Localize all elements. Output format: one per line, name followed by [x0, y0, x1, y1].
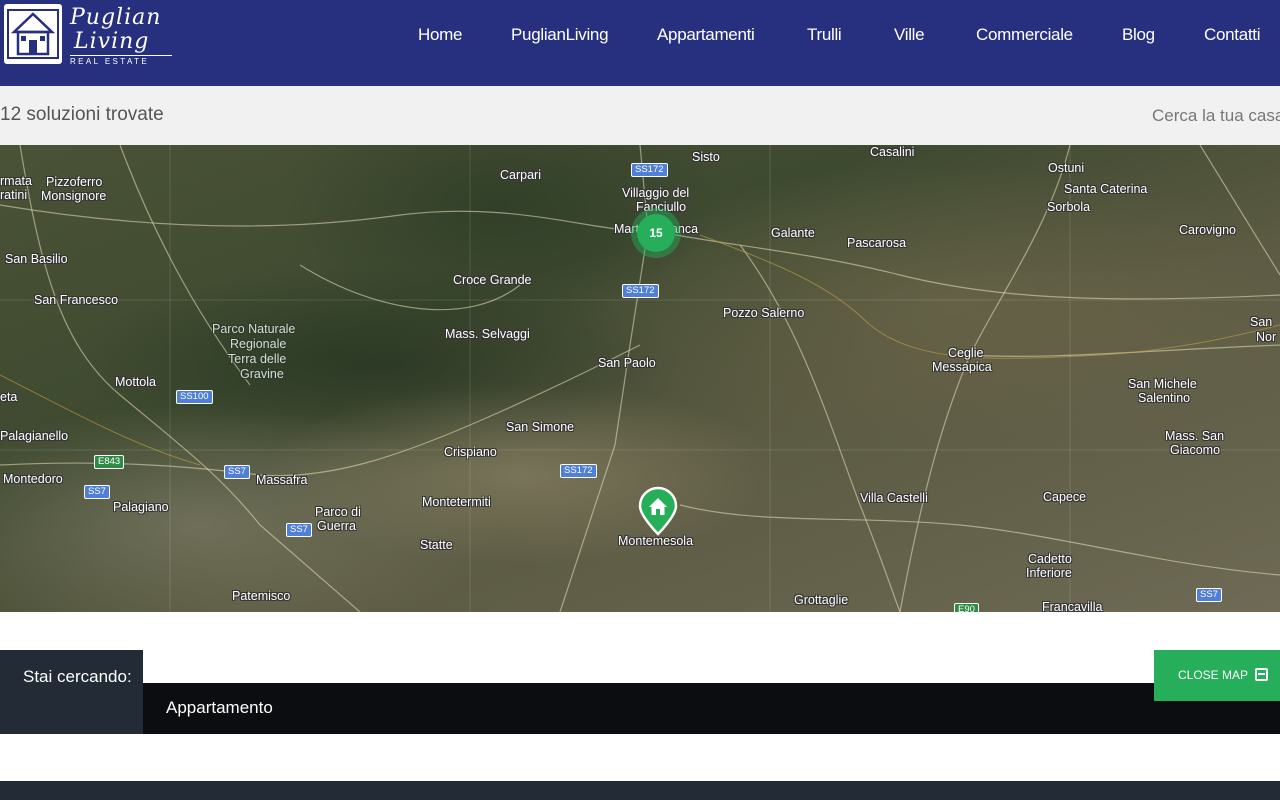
map-place-label: Inferiore: [1026, 566, 1072, 580]
map-place-label: Patemisco: [232, 589, 291, 603]
cluster-count: 15: [637, 214, 675, 252]
map-road-shield: SS172: [631, 163, 668, 177]
site-logo[interactable]: Puglian Living REAL ESTATE: [4, 4, 174, 68]
map-place-label: Palagiano: [113, 500, 169, 514]
map-place-label: Carpari: [500, 168, 541, 182]
map-place-label: San Francesco: [34, 293, 119, 307]
map-road-shield: SS7: [224, 465, 250, 479]
nav-home[interactable]: Home: [418, 24, 462, 46]
map-place-label: Montetermiti: [422, 495, 491, 509]
results-count: 12 soluzioni trovate: [0, 104, 164, 125]
map-place-label: Grottaglie: [794, 593, 849, 607]
map-place-label: Casalini: [870, 145, 915, 159]
map-place-label: Carovigno: [1179, 223, 1236, 237]
map-road-shield: SS172: [560, 464, 597, 478]
nav-puglianliving[interactable]: PuglianLiving: [511, 24, 609, 46]
satellite-map[interactable]: Sisto Casalini Ostuni Santa Caterina Car…: [0, 145, 1280, 612]
map-place-label: Nor: [1256, 330, 1277, 344]
map-park-label: Regionale: [230, 337, 287, 351]
map-place-label: Salentino: [1138, 391, 1191, 405]
footer-band: [0, 781, 1280, 800]
map-place-label: Giacomo: [1170, 443, 1221, 457]
map-place-label: Montedoro: [3, 472, 63, 486]
map-place-label: Francavilla: [1042, 600, 1103, 612]
nav-commerciale[interactable]: Commerciale: [976, 24, 1073, 46]
map-place-label: Messapica: [932, 360, 992, 374]
map-place-label: Montemesola: [618, 534, 694, 548]
filter-property-type[interactable]: Appartamento: [166, 697, 273, 719]
map-place-label: Massafra: [256, 473, 308, 487]
nav-blog[interactable]: Blog: [1122, 24, 1155, 46]
map-park-label: Parco Naturale: [212, 322, 296, 336]
site-header: Puglian Living REAL ESTATE Home PuglianL…: [0, 0, 1280, 86]
map-place-label: rmata: [0, 174, 32, 188]
search-home-link[interactable]: Cerca la tua casa: [1152, 105, 1280, 127]
map-place-label: Mass. San: [1165, 429, 1225, 443]
map-place-label: Galante: [771, 226, 815, 240]
searching-label: Stai cercando:: [0, 650, 143, 734]
map-place-label: Ceglie: [948, 346, 984, 360]
nav-ville[interactable]: Ville: [894, 24, 925, 46]
map-place-label: San Simone: [506, 420, 575, 434]
map-place-label: Croce Grande: [453, 273, 532, 287]
map-place-label: Villa Castelli: [860, 491, 928, 505]
house-pin-icon: [638, 486, 678, 536]
map-road-shield: E843: [94, 455, 125, 469]
map-place-label: Pozzo Salerno: [723, 306, 805, 320]
map-place-label: Crispiano: [444, 445, 497, 459]
map-road-shield: SS100: [176, 390, 213, 404]
map-road-shield: SS7: [286, 523, 312, 537]
map-place-label: Parco di: [315, 505, 361, 519]
map-road-shield: E90: [954, 603, 979, 612]
map-place-label: Palagianello: [0, 429, 69, 443]
nav-appartamenti[interactable]: Appartamenti: [657, 24, 755, 46]
map-cluster-marker[interactable]: 15: [631, 208, 681, 258]
map-place-label: Pascarosa: [847, 236, 907, 250]
map-place-label: San Paolo: [598, 356, 656, 370]
map-park-label: Gravine: [240, 367, 284, 381]
map-place-label: San Basilio: [5, 252, 68, 266]
nav-trulli[interactable]: Trulli: [807, 24, 842, 46]
map-place-label: Sorbola: [1047, 200, 1091, 214]
map-place-label: San: [1250, 315, 1273, 329]
active-filter-bar: Appartamento: [143, 683, 1280, 734]
map-place-label: Pizzoferro: [46, 175, 103, 189]
collapse-icon: [1255, 668, 1269, 681]
map-road-shield: SS7: [84, 485, 110, 499]
map-place-label: Cadetto: [1028, 552, 1072, 566]
map-place-label: Ostuni: [1048, 161, 1085, 175]
map-place-label: Santa Caterina: [1064, 182, 1148, 196]
map-place-label: Villaggio del: [622, 186, 690, 200]
map-road-shield: SS7: [1196, 588, 1222, 602]
close-map-button[interactable]: CLOSE MAP: [1154, 650, 1280, 701]
map-place-label: eta: [0, 390, 18, 404]
map-place-label: Mottola: [115, 375, 156, 389]
map-place-label: ratini: [0, 188, 28, 202]
logo-wordmark: Puglian Living: [70, 5, 162, 54]
map-place-label: Guerra: [317, 519, 356, 533]
close-map-label: CLOSE MAP: [1178, 668, 1248, 682]
logo-tagline: REAL ESTATE: [70, 55, 172, 66]
map-park-label: Terra delle: [228, 352, 287, 366]
map-place-label: Mass. Selvaggi: [445, 327, 530, 341]
map-place-label: Statte: [420, 538, 453, 552]
map-place-label: Monsignore: [41, 189, 107, 203]
map-road-shield: SS172: [622, 284, 659, 298]
map-place-label: Capece: [1043, 490, 1087, 504]
map-place-label: Sisto: [692, 150, 720, 164]
nav-contatti[interactable]: Contatti: [1204, 24, 1260, 46]
map-property-marker[interactable]: [637, 486, 679, 536]
results-bar: 12 soluzioni trovate Cerca la tua casa: [0, 86, 1280, 145]
logo-house-icon: [4, 4, 62, 64]
map-place-label: San Michele: [1128, 377, 1197, 391]
